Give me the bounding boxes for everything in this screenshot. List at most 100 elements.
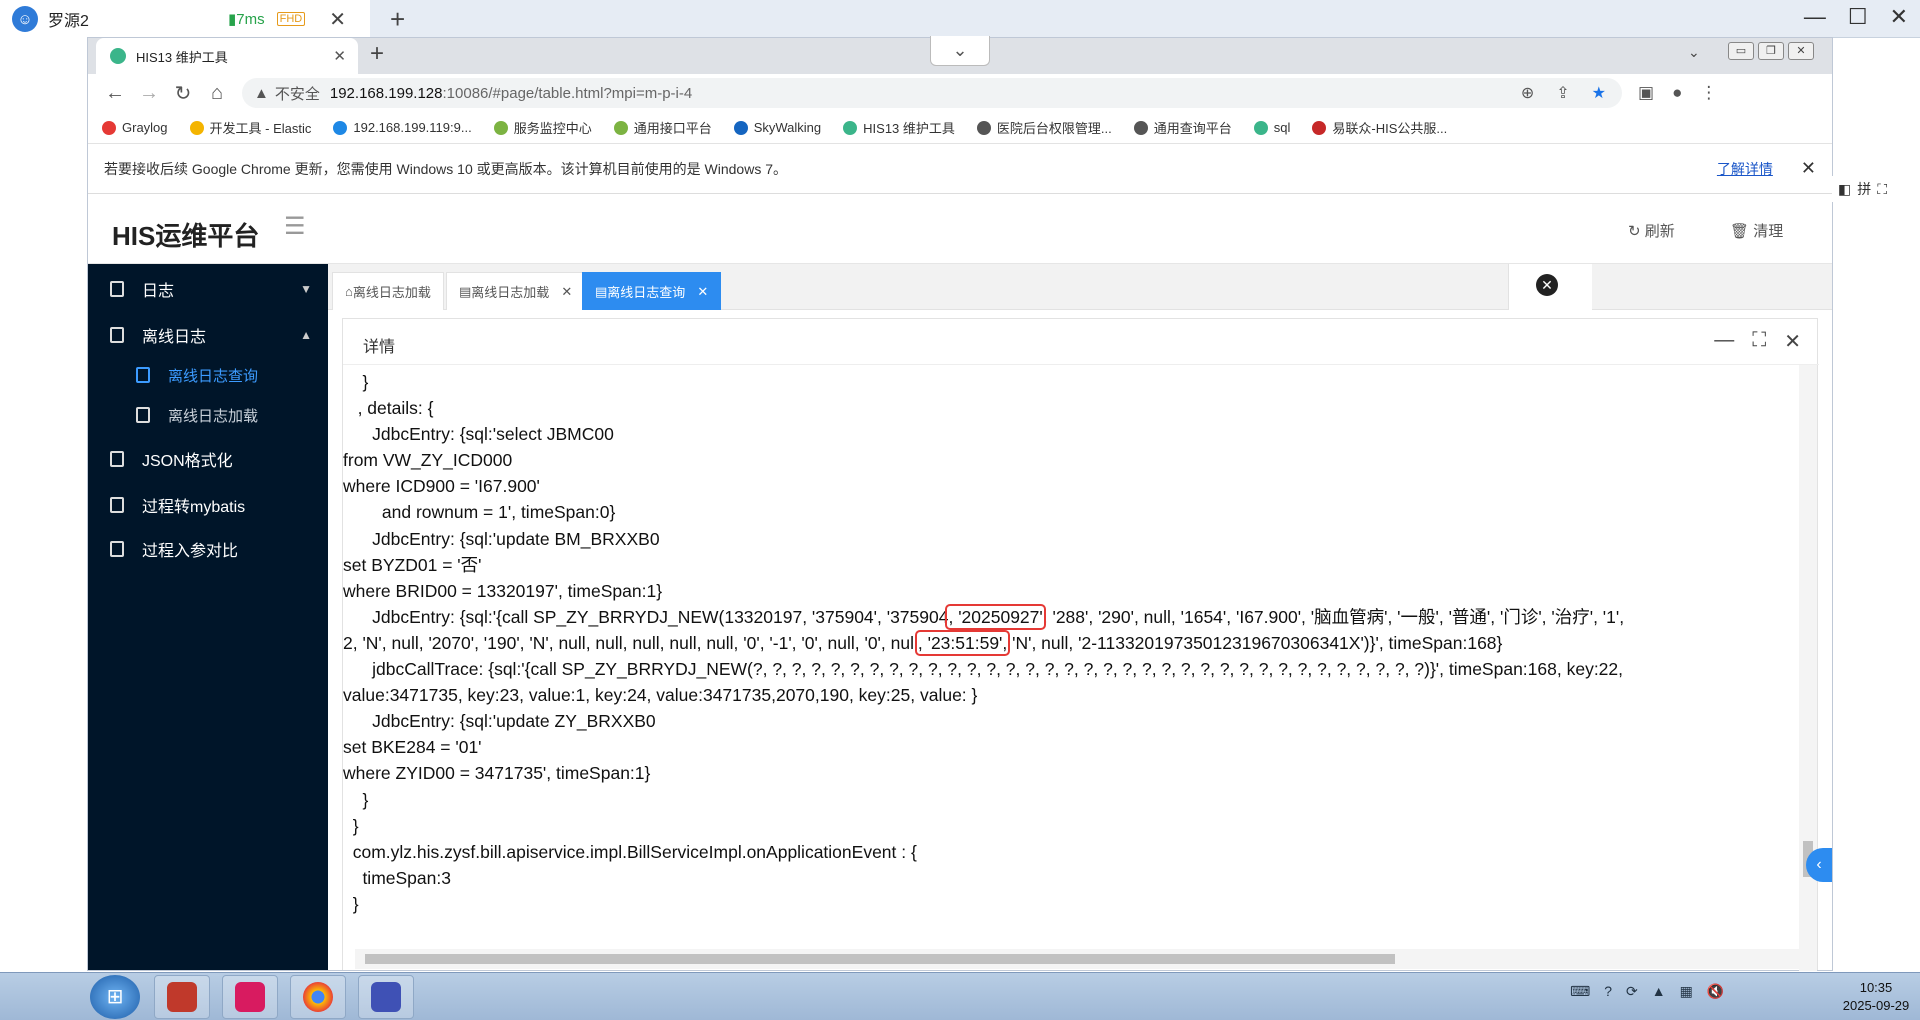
home-icon[interactable]: ⌂: [200, 82, 234, 105]
url-host: 192.168.199.128: [329, 84, 443, 102]
bookmark-skywalking[interactable]: SkyWalking: [733, 120, 821, 135]
learn-more-link[interactable]: 了解详情: [1717, 159, 1773, 179]
bookmark-interface-platform[interactable]: 通用接口平台: [613, 118, 712, 137]
windows-taskbar: ⊞ ⌨ ? ⟳ ▲ ▦ 🔇 10:35 2025-09-29: [0, 972, 1920, 1020]
start-button[interactable]: ⊞: [90, 975, 140, 1019]
user-avatar-icon: ☺: [12, 6, 38, 32]
tray-expand-icon[interactable]: ▲: [1652, 983, 1666, 1000]
ime-expand-icon[interactable]: ⛶: [1877, 181, 1887, 198]
bookmark-ip-119[interactable]: 192.168.199.119:9...: [333, 120, 472, 135]
session-dropdown-button[interactable]: ⌄: [930, 36, 990, 66]
chrome-restore-icon[interactable]: ❐: [1758, 42, 1784, 60]
ime-pinyin-icon[interactable]: 拼: [1857, 179, 1871, 199]
browser-toolbar: ← → ↻ ⌂ ▲ 不安全 192.168.199.128 :10086/#pa…: [88, 74, 1832, 112]
minimize-icon[interactable]: —: [1804, 4, 1826, 30]
browser-tab-title: HIS13 维护工具: [136, 49, 228, 65]
bookmark-star-icon[interactable]: ★: [1592, 83, 1606, 103]
chrome-close-icon[interactable]: ✕: [1788, 42, 1814, 60]
bookmark-elastic[interactable]: 开发工具 - Elastic: [189, 118, 311, 137]
clear-button[interactable]: 🗑 清理: [1730, 220, 1783, 241]
maximize-icon[interactable]: ⛶: [1752, 329, 1766, 354]
page-tab-offline-query[interactable]: ▤ 离线日志查询 ✕: [582, 272, 722, 310]
chrome-update-infobar: 若要接收后续 Google Chrome 更新，您需使用 Windows 10 …: [88, 144, 1832, 194]
ime-mode-icon[interactable]: ◧: [1838, 181, 1851, 198]
taskbar-clock[interactable]: 10:35 2025-09-29: [1836, 979, 1916, 1015]
log-line: JdbcEntry: {sql:'update ZY_BRXXB0: [343, 711, 656, 732]
sidebar-item-proc-param-compare[interactable]: 过程入参对比: [88, 524, 328, 574]
refresh-icon: ↻: [1628, 223, 1645, 240]
taskbar-network-app[interactable]: [358, 975, 414, 1019]
log-content[interactable]: } , details: { JdbcEntry: {sql:'select J…: [343, 365, 1799, 951]
browser-tab-his13[interactable]: HIS13 维护工具 ✕: [96, 38, 358, 74]
chrome-minimize-icon[interactable]: ▭: [1728, 42, 1754, 60]
infobar-close-icon[interactable]: ✕: [1801, 158, 1816, 179]
back-icon[interactable]: ←: [98, 82, 132, 105]
remote-desktop-screen: ☺ 罗源2 ▮7ms FHD ✕ + — ☐ ✕ HIS13 维护工具 ✕ + …: [0, 0, 1920, 1020]
taskbar-chrome[interactable]: [290, 975, 346, 1019]
sidebar-item-json-format[interactable]: JSON格式化: [88, 434, 328, 484]
remote-session-title: 罗源2: [48, 13, 89, 30]
sidebar: 日志 ▼ 离线日志 ▲ 离线日志查询 离线日志加载 JSON格式化 过程转mybat…: [88, 264, 328, 970]
quality-badge: FHD: [276, 12, 306, 26]
profile-icon[interactable]: ●: [1672, 83, 1682, 103]
close-session-icon[interactable]: ✕: [329, 7, 346, 32]
bookmark-service-monitor[interactable]: 服务监控中心: [493, 118, 592, 137]
horizontal-scrollbar[interactable]: [355, 949, 1805, 969]
bookmark-ylz-his[interactable]: 易联众-HIS公共服...: [1312, 118, 1447, 137]
collapse-panel-button[interactable]: ‹: [1806, 848, 1832, 882]
log-line: }: [343, 789, 369, 810]
minimize-icon[interactable]: —: [1714, 329, 1734, 354]
forward-icon[interactable]: →: [132, 82, 166, 105]
address-bar[interactable]: ▲ 不安全 192.168.199.128 :10086/#page/table…: [242, 78, 1622, 108]
help-icon[interactable]: ?: [1604, 983, 1612, 1000]
maximize-icon[interactable]: ☐: [1848, 4, 1868, 30]
menu-toggle-icon[interactable]: ☰: [284, 212, 306, 241]
sync-icon[interactable]: ⟳: [1626, 983, 1638, 1000]
taskbar-remote-app[interactable]: [222, 975, 278, 1019]
page-tab-offline-load[interactable]: ▤ 离线日志加载 ✕: [446, 272, 586, 310]
log-line: and rownum = 1', timeSpan:0}: [343, 502, 616, 523]
remote-session-tab[interactable]: ☺ 罗源2 ▮7ms FHD ✕: [0, 0, 370, 38]
zoom-icon[interactable]: ⊕: [1521, 83, 1534, 103]
volume-muted-icon[interactable]: 🔇: [1707, 983, 1724, 1000]
log-line: where BRID00 = 13320197', timeSpan:1}: [343, 580, 663, 601]
log-line: from VW_ZY_ICD000: [343, 450, 513, 471]
tab-close-icon[interactable]: ✕: [333, 47, 346, 65]
log-line: }: [343, 372, 369, 392]
highlighted-time: , '23:51:59',: [914, 629, 1011, 656]
new-tab-button[interactable]: +: [370, 40, 384, 68]
sidebar-item-logs[interactable]: 日志 ▼: [88, 264, 328, 314]
horizontal-scroll-thumb[interactable]: [365, 954, 1395, 964]
signal-icon: ▮7ms: [228, 11, 265, 28]
close-icon[interactable]: ✕: [1890, 4, 1908, 30]
side-panel-icon[interactable]: ▣: [1638, 83, 1654, 103]
page-tab-home[interactable]: ⌂ 离线日志加载: [332, 272, 444, 310]
tab-close-icon[interactable]: ✕: [561, 284, 572, 300]
keyboard-icon[interactable]: ⌨: [1570, 983, 1590, 1000]
bookmark-sql[interactable]: sql: [1253, 120, 1290, 135]
detail-title: 详情: [363, 339, 396, 356]
reload-icon[interactable]: ↻: [166, 81, 200, 106]
bookmark-permission-admin[interactable]: 医院后台权限管理...: [976, 118, 1112, 137]
menu-kebab-icon[interactable]: ⋮: [1700, 83, 1717, 103]
close-all-tabs-icon[interactable]: ✕: [1536, 274, 1558, 296]
his-favicon-icon: [843, 120, 858, 135]
tab-strip: HIS13 维护工具 ✕ + ⌄ ⌄ ▭ ❐ ✕: [88, 36, 1832, 74]
page-tab-label: 离线日志加载: [471, 285, 550, 300]
bookmark-graylog[interactable]: Graylog: [102, 120, 168, 135]
log-line: set BYZD01 = '否': [343, 554, 482, 575]
sidebar-item-offline-log-load[interactable]: 离线日志加载: [88, 390, 328, 440]
close-icon[interactable]: ✕: [1784, 329, 1801, 354]
taskbar-db-tool[interactable]: [154, 975, 210, 1019]
sidebar-item-label: 离线日志: [142, 329, 207, 346]
network-icon[interactable]: ▦: [1680, 983, 1693, 1000]
share-icon[interactable]: ⇪: [1556, 83, 1569, 103]
refresh-button[interactable]: ↻ 刷新: [1628, 220, 1675, 241]
new-session-button[interactable]: +: [390, 4, 405, 35]
sidebar-item-proc-to-mybatis[interactable]: 过程转mybatis: [88, 480, 328, 530]
tab-close-icon[interactable]: ✕: [697, 284, 708, 300]
bookmark-query-platform[interactable]: 通用查询平台: [1133, 118, 1232, 137]
bookmark-his13[interactable]: HIS13 维护工具: [843, 118, 955, 137]
tab-search-icon[interactable]: ⌄: [1688, 44, 1700, 61]
bookmark-label: 医院后台权限管理...: [996, 121, 1112, 136]
